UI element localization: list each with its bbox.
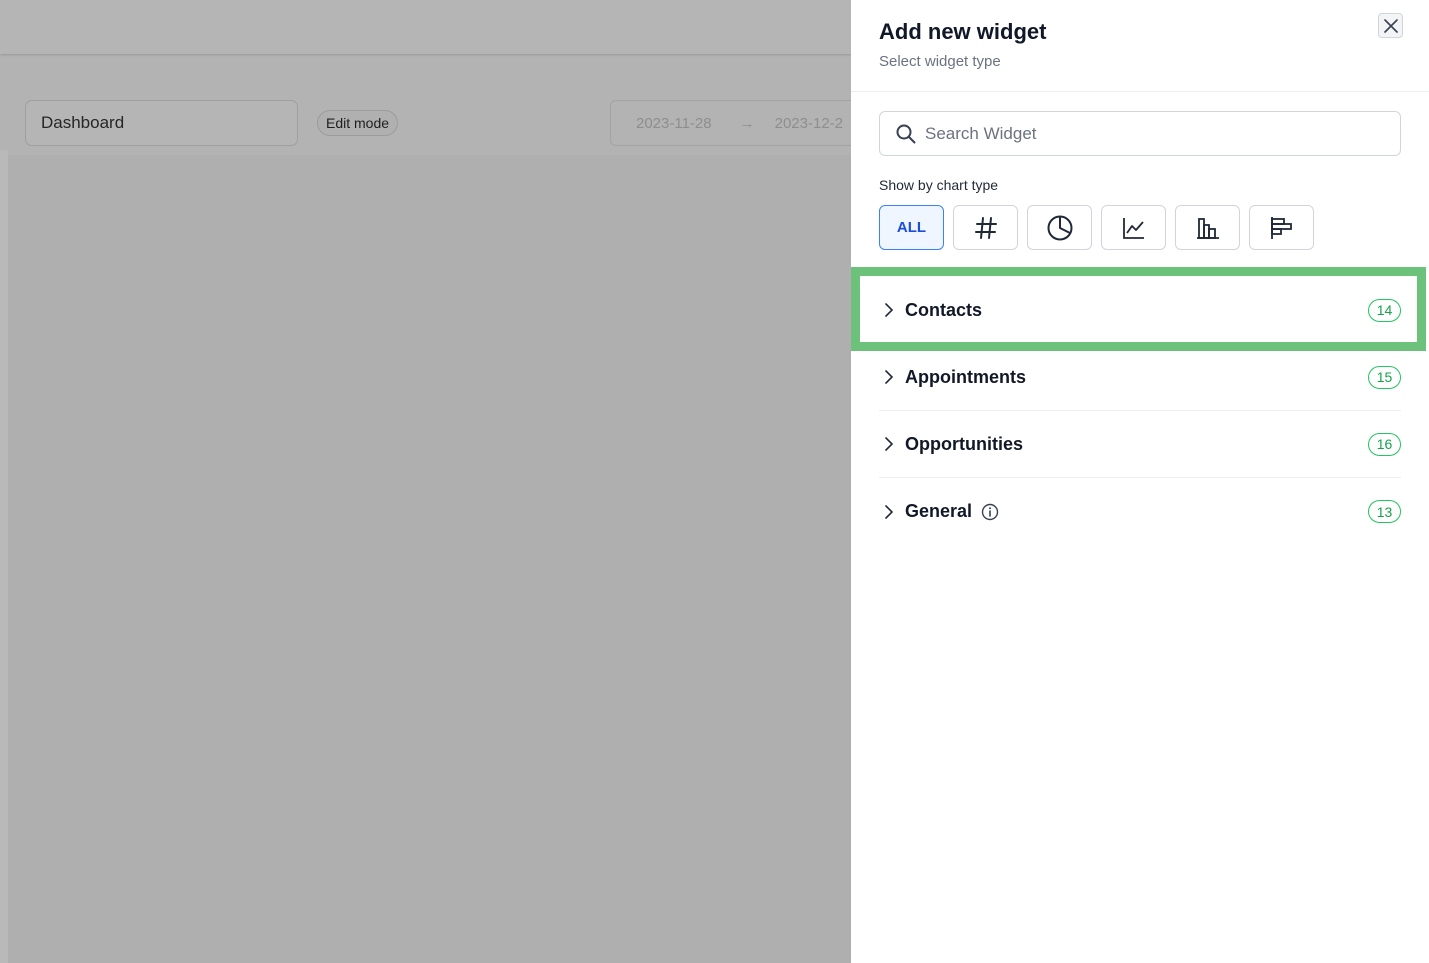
count-badge: 13 [1368,500,1401,523]
category-contacts[interactable]: Contacts 14 [879,277,1401,344]
chevron-right-icon [885,370,893,384]
line-chart-icon [1122,217,1144,239]
search-widget-field[interactable] [879,111,1401,156]
dashboard-select[interactable]: Dashboard [25,100,298,146]
count-badge: 16 [1368,432,1401,456]
chart-type-bar-button[interactable] [1175,205,1240,250]
chart-type-horizontal-bar-button[interactable] [1249,205,1314,250]
pie-chart-icon [1047,215,1072,240]
drawer-title: Add new widget [879,19,1047,44]
count-badge: 15 [1368,365,1401,389]
date-start: 2023-11-28 [636,114,712,132]
hash-icon [974,216,997,239]
category-general[interactable]: General 13 [879,478,1401,545]
category-label: Contacts [905,299,983,320]
add-widget-drawer: Add new widget Select widget type Show b… [851,0,1429,963]
bar-chart-icon [1196,217,1219,239]
category-appointments[interactable]: Appointments 15 [879,344,1401,411]
left-strip [0,150,8,963]
chart-type-filter: ALL [879,205,1323,250]
chevron-right-icon [885,437,893,451]
category-label: General [905,501,973,521]
date-range-picker[interactable]: 2023-11-28 → 2023-12-2 [610,100,870,146]
horizontal-bar-chart-icon [1270,216,1292,239]
category-label: Opportunities [905,433,1023,454]
drawer-header: Add new widget Select widget type [851,0,1429,92]
dashboard-canvas [8,155,851,963]
count-badge: 14 [1368,298,1401,322]
chevron-right-icon [885,303,893,317]
chevron-right-icon [885,504,893,519]
date-end: 2023-12-2 [774,114,844,132]
close-icon [1383,18,1398,33]
category-opportunities[interactable]: Opportunities 16 [879,411,1401,478]
chart-type-pie-button[interactable] [1027,205,1092,250]
chart-type-number-button[interactable] [953,205,1018,250]
top-bar [0,0,851,54]
chart-type-line-button[interactable] [1101,205,1166,250]
chart-type-all-label: ALL [896,219,927,236]
category-label: Appointments [905,366,1026,387]
chart-type-all-button[interactable]: ALL [879,205,944,250]
edit-mode-badge[interactable]: Edit mode [317,110,399,136]
dashboard-select-value: Dashboard [41,113,125,132]
arrow-right-icon: → [739,114,755,132]
chart-type-label: Show by chart type [879,177,999,193]
search-widget-input[interactable] [925,123,1385,144]
search-icon [896,124,916,143]
drawer-subtitle: Select widget type [879,53,1001,70]
info-icon[interactable] [981,503,999,521]
close-button[interactable] [1378,13,1403,38]
edit-mode-label: Edit mode [326,115,390,131]
